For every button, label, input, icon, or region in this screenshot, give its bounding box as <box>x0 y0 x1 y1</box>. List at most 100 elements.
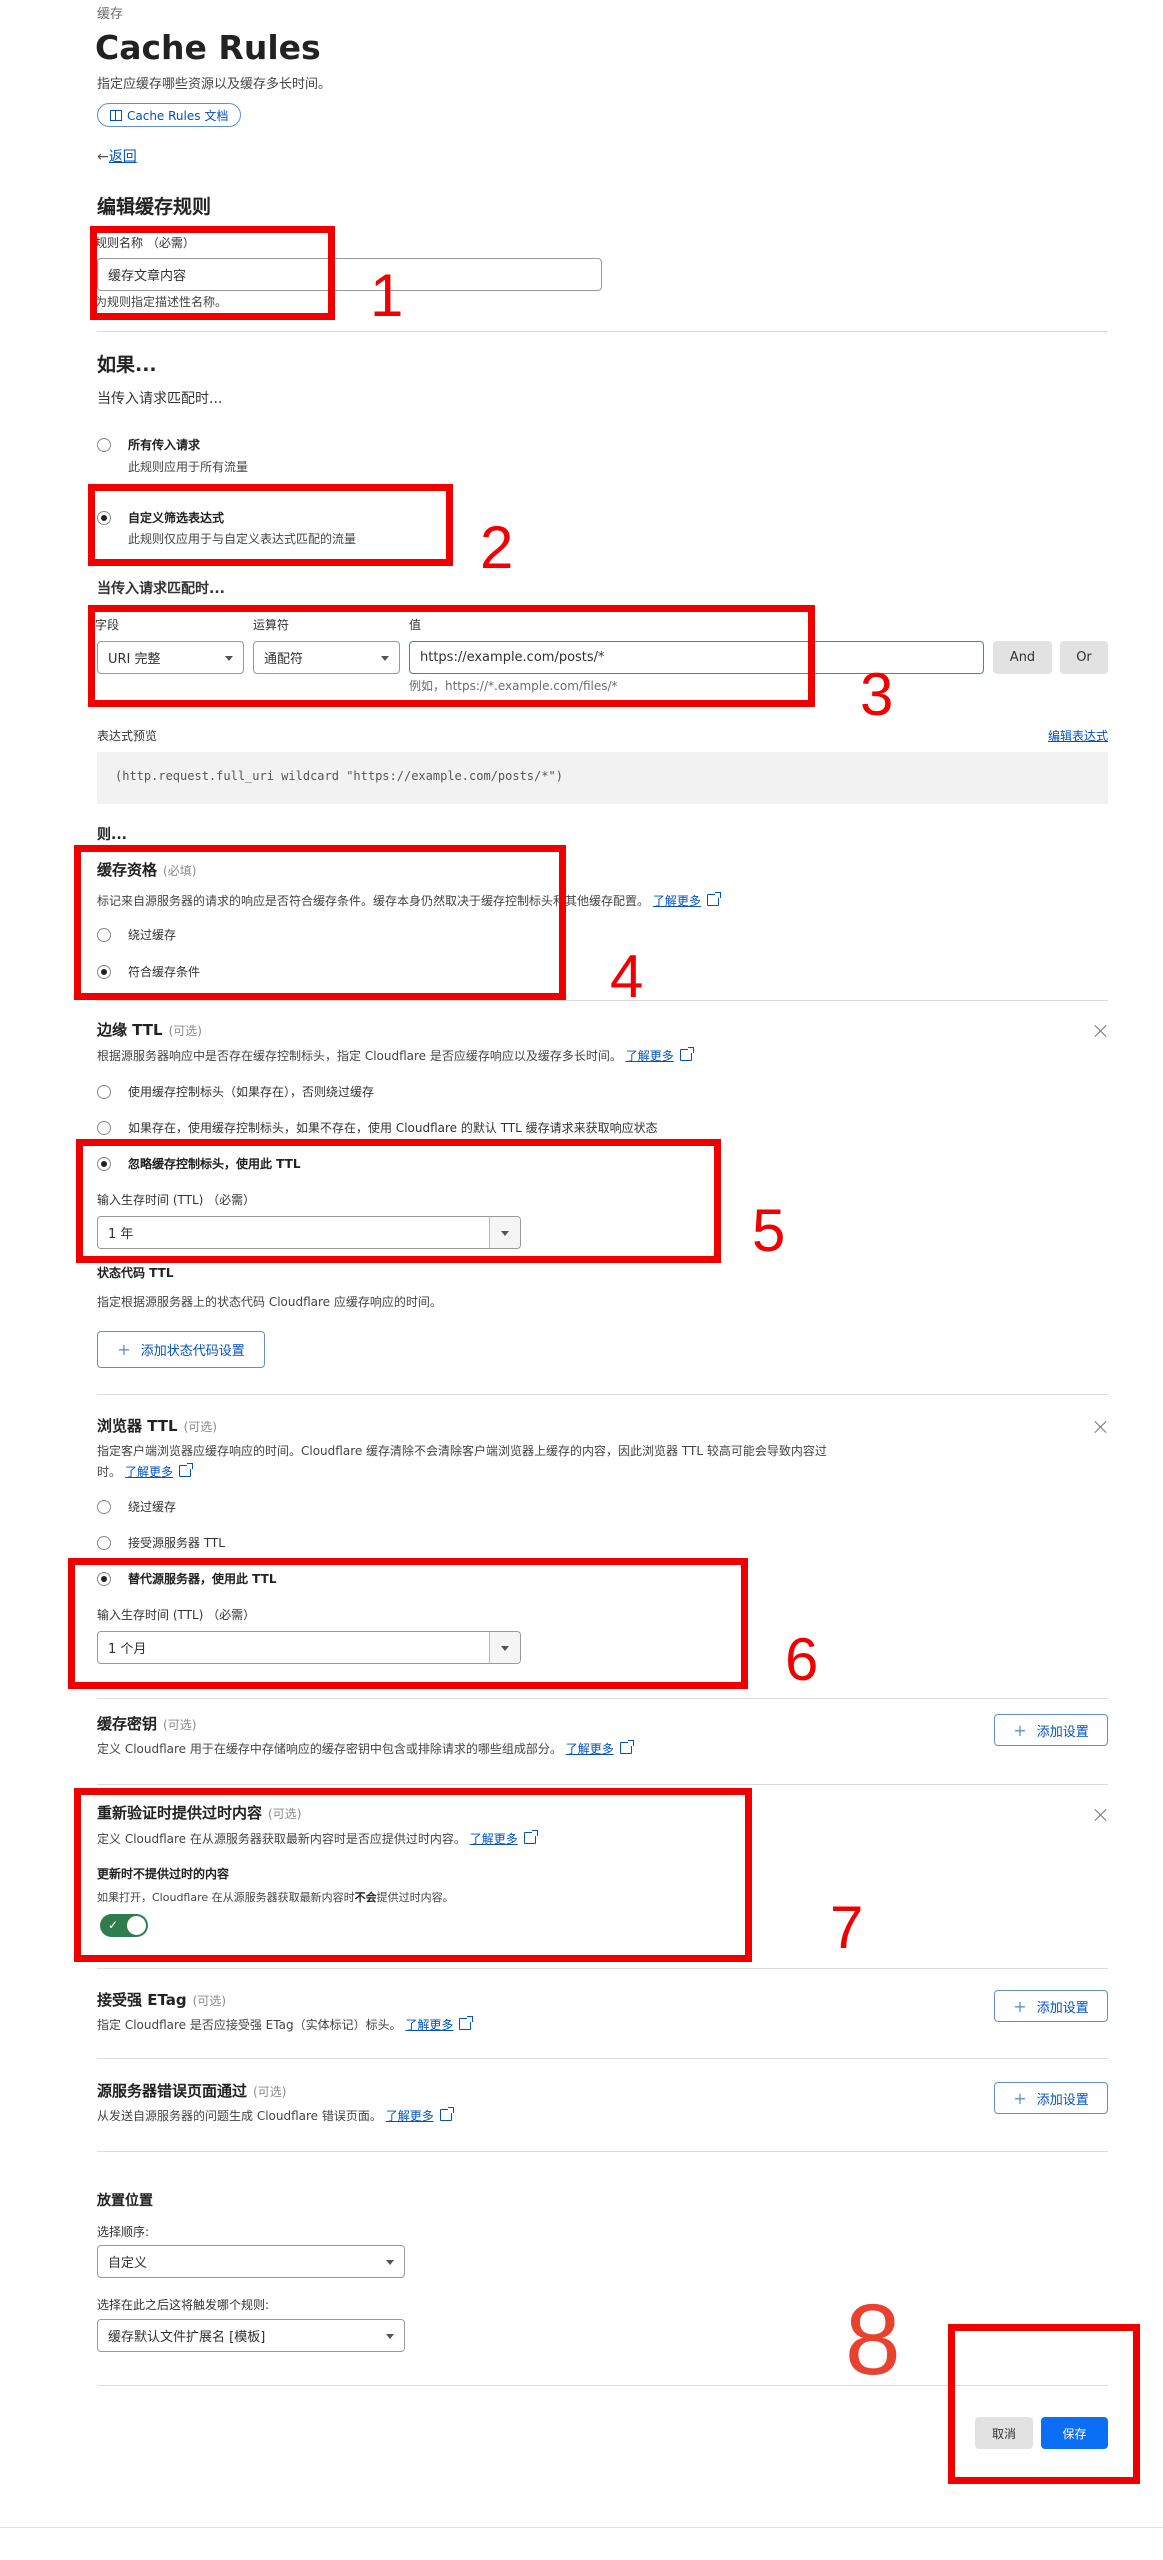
operator-select-value: 通配符 <box>264 652 304 667</box>
radio-browser-override-origin[interactable] <box>97 1572 111 1586</box>
breadcrumb: 缓存 <box>97 7 124 22</box>
learn-more-link[interactable]: 了解更多 <box>386 2109 434 2123</box>
back-link[interactable]: ←返回 <box>97 148 137 166</box>
footer-divider <box>0 2527 1163 2528</box>
option-custom-expression-desc: 此规则仅应用于与自定义表达式匹配的流量 <box>128 532 357 546</box>
and-button[interactable]: And <box>993 641 1052 674</box>
annotation-box-8 <box>948 2324 1140 2484</box>
radio-bypass-cache[interactable] <box>97 928 111 942</box>
page-description: 指定应缓存哪些资源以及缓存多长时间。 <box>97 77 332 92</box>
status-code-ttl-desc: 指定根据源服务器上的状态代码 Cloudflare 应缓存响应的时间。 <box>97 1295 442 1309</box>
optional-tag: (可选) <box>168 1024 202 1038</box>
placement-title: 放置位置 <box>97 2193 153 2209</box>
expression-preview-text: (http.request.full_uri wildcard "https:/… <box>115 769 563 783</box>
origin-error-add-button[interactable]: + 添加设置 <box>994 2082 1108 2114</box>
operator-select[interactable]: 通配符 <box>253 641 400 674</box>
radio-edge-default-ttl[interactable] <box>97 1121 111 1135</box>
docs-button[interactable]: Cache Rules 文档 <box>97 103 242 127</box>
value-label: 值 <box>409 618 422 632</box>
close-icon[interactable] <box>1094 1024 1108 1038</box>
learn-more-link[interactable]: 了解更多 <box>566 1742 614 1756</box>
field-label: 字段 <box>95 618 120 632</box>
radio-browser-bypass[interactable] <box>97 1500 111 1514</box>
edge-ttl-select[interactable]: 1 年 <box>97 1216 521 1249</box>
section-title-edit-rule: 编辑缓存规则 <box>97 196 212 218</box>
learn-more-link[interactable]: 了解更多 <box>626 1049 674 1063</box>
after-rule-select-value: 缓存默认文件扩展名 [模板] <box>108 2330 266 2345</box>
radio-edge-ignore-cache-control[interactable] <box>97 1157 111 1171</box>
cache-eligibility-title: 缓存资格 (必填) <box>97 861 197 879</box>
radio-browser-respect-origin[interactable] <box>97 1536 111 1550</box>
operator-label: 运算符 <box>253 618 290 632</box>
plus-icon: + <box>1013 2088 1027 2108</box>
status-code-ttl-title: 状态代码 TTL <box>97 1266 174 1280</box>
order-select[interactable]: 自定义 <box>97 2245 405 2278</box>
radio-eligible-for-cache[interactable] <box>97 965 111 979</box>
after-rule-label: 选择在此之后这将触发哪个规则: <box>97 2298 270 2312</box>
add-status-code-button[interactable]: + 添加状态代码设置 <box>97 1331 265 1368</box>
value-input-text: https://example.com/posts/* <box>420 650 605 665</box>
order-label: 选择顺序: <box>97 2225 150 2239</box>
origin-error-title: 源服务器错误页面通过 (可选) <box>97 2082 287 2100</box>
browser-ttl-title: 浏览器 TTL (可选) <box>97 1417 217 1435</box>
external-link-icon <box>706 892 721 906</box>
browser-ttl-desc: 指定客户端浏览器应缓存响应的时间。Cloudflare 缓存清除不会清除客户端浏… <box>97 1444 827 1479</box>
learn-more-link[interactable]: 了解更多 <box>470 1832 518 1846</box>
edge-ttl-select-value: 1 年 <box>108 1227 134 1242</box>
close-icon[interactable] <box>1094 1420 1108 1434</box>
option-edge-use-cache-control: 使用缓存控制标头（如果存在），否则绕过缓存 <box>128 1085 375 1099</box>
chevron-down-icon <box>386 2259 394 2265</box>
serve-stale-title: 重新验证时提供过时内容 (可选) <box>97 1804 302 1822</box>
cache-eligibility-desc: 标记来自源服务器的请求的响应是否符合缓存条件。缓存本身仍然取决于缓存控制标头和其… <box>97 892 721 909</box>
optional-tag: (可选) <box>183 1420 217 1434</box>
strong-etag-title: 接受强 ETag (可选) <box>97 1991 227 2009</box>
cancel-button[interactable]: 取消 <box>975 2417 1033 2449</box>
option-all-requests-desc: 此规则应用于所有流量 <box>128 460 249 474</box>
check-icon: ✓ <box>108 1918 119 1932</box>
optional-tag: (可选) <box>163 1718 197 1732</box>
then-title: 则... <box>97 827 127 843</box>
serve-stale-toggle[interactable]: ✓ <box>100 1914 148 1937</box>
divider <box>97 2058 1108 2059</box>
annotation-number-6: 6 <box>785 1626 819 1693</box>
learn-more-link[interactable]: 了解更多 <box>653 894 701 908</box>
field-select[interactable]: URI 完整 <box>97 641 244 674</box>
cache-key-add-button[interactable]: + 添加设置 <box>994 1714 1108 1746</box>
value-hint: 例如，https://*.example.com/files/* <box>409 679 618 693</box>
external-link-icon <box>179 1463 194 1477</box>
edit-expression-link[interactable]: 编辑表达式 <box>1048 728 1108 744</box>
browser-ttl-select-value: 1 个月 <box>108 1642 147 1657</box>
strong-etag-add-button[interactable]: + 添加设置 <box>994 1990 1108 2022</box>
save-button[interactable]: 保存 <box>1041 2417 1108 2449</box>
value-input[interactable]: https://example.com/posts/* <box>409 641 984 674</box>
option-browser-bypass: 绕过缓存 <box>128 1500 177 1514</box>
serve-stale-sub-desc: 如果打开，Cloudflare 在从源服务器获取最新内容时不会提供过时内容。 <box>97 1891 454 1904</box>
radio-edge-use-cache-control[interactable] <box>97 1085 111 1099</box>
back-link-label: 返回 <box>108 149 137 165</box>
annotation-number-5: 5 <box>752 1197 786 1264</box>
learn-more-link[interactable]: 了解更多 <box>405 2018 453 2032</box>
external-link-icon <box>459 2016 474 2030</box>
cache-key-desc: 定义 Cloudflare 用于在缓存中存储响应的缓存密钥中包含或排除请求的哪些… <box>97 1740 634 1757</box>
rule-name-input[interactable]: 缓存文章内容 <box>97 258 602 291</box>
chevron-down-icon <box>501 1645 509 1651</box>
radio-custom-expression[interactable] <box>97 511 111 525</box>
after-rule-select[interactable]: 缓存默认文件扩展名 [模板] <box>97 2319 405 2352</box>
rule-name-hint: 为规则指定描述性名称。 <box>95 295 228 309</box>
divider <box>97 1000 1108 1001</box>
close-icon[interactable] <box>1094 1808 1108 1822</box>
divider <box>97 2151 1108 2152</box>
learn-more-link[interactable]: 了解更多 <box>125 1465 173 1479</box>
annotation-number-2: 2 <box>480 514 514 581</box>
external-link-icon <box>619 1740 634 1754</box>
or-button[interactable]: Or <box>1060 641 1108 674</box>
plus-icon: + <box>1013 1720 1027 1740</box>
order-select-value: 自定义 <box>108 2256 148 2271</box>
origin-error-desc: 从发送自源服务器的问题生成 Cloudflare 错误页面。 了解更多 <box>97 2107 454 2124</box>
divider <box>97 1394 1108 1395</box>
option-browser-respect-origin: 接受源服务器 TTL <box>128 1536 225 1550</box>
radio-all-requests[interactable] <box>97 438 111 452</box>
browser-ttl-select[interactable]: 1 个月 <box>97 1631 521 1664</box>
edge-ttl-title: 边缘 TTL (可选) <box>97 1021 202 1039</box>
expression-preview-box: (http.request.full_uri wildcard "https:/… <box>97 752 1108 804</box>
